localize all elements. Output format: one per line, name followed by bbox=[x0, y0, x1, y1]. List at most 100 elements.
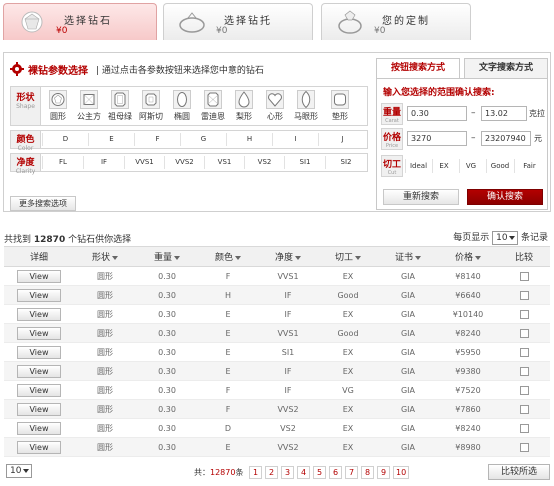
step-select-setting[interactable]: 选择钻托 ¥0 bbox=[163, 3, 313, 40]
view-button[interactable]: View bbox=[17, 345, 61, 359]
cut-option[interactable]: Good bbox=[486, 159, 513, 173]
color-option[interactable]: H bbox=[226, 133, 272, 146]
shape-radiant[interactable]: 雷迪恩 bbox=[199, 90, 227, 123]
cert-cell: GIA bbox=[378, 361, 438, 381]
footer-per-page-select[interactable]: 10 bbox=[6, 464, 32, 478]
shape-marquise[interactable]: 马眼形 bbox=[292, 90, 320, 123]
col-certificate[interactable]: 证书 bbox=[378, 246, 438, 267]
view-button[interactable]: View bbox=[17, 383, 61, 397]
view-button[interactable]: View bbox=[17, 364, 61, 378]
weight-min-input[interactable]: 0.30 bbox=[407, 106, 467, 121]
color-option[interactable]: G bbox=[180, 133, 226, 146]
shape-princess[interactable]: 公主方 bbox=[75, 90, 103, 123]
marquise-shape-icon bbox=[297, 90, 315, 109]
page-link[interactable]: 7 bbox=[345, 466, 358, 479]
cushion-shape-icon bbox=[331, 90, 349, 109]
clarity-option[interactable]: VVS1 bbox=[124, 156, 164, 169]
weight-max-input[interactable]: 13.02 bbox=[481, 106, 527, 121]
compare-checkbox[interactable] bbox=[519, 385, 529, 395]
per-page-select[interactable]: 10 bbox=[492, 230, 519, 245]
col-price[interactable]: 价格 bbox=[438, 246, 498, 267]
col-shape[interactable]: 形状 bbox=[74, 246, 136, 267]
shape-cushion[interactable]: 垫形 bbox=[326, 90, 354, 123]
confirm-search-button[interactable]: 确认搜索 bbox=[467, 189, 543, 205]
col-color[interactable]: 颜色 bbox=[198, 246, 258, 267]
page-link[interactable]: 8 bbox=[361, 466, 374, 479]
table-row: View 圆形 0.30 E VVS2 EX GIA ¥8980 bbox=[4, 437, 550, 457]
page-link[interactable]: 2 bbox=[265, 466, 278, 479]
price-min-input[interactable]: 3270 bbox=[407, 131, 467, 146]
compare-cell bbox=[498, 399, 550, 419]
compare-cell bbox=[498, 361, 550, 381]
view-button[interactable]: View bbox=[17, 269, 61, 283]
per-page-suffix: 条记录 bbox=[520, 233, 548, 243]
view-button[interactable]: View bbox=[17, 402, 61, 416]
page-link[interactable]: 9 bbox=[377, 466, 390, 479]
col-clarity[interactable]: 净度 bbox=[258, 246, 318, 267]
compare-checkbox[interactable] bbox=[519, 309, 529, 319]
clarity-option[interactable]: VS2 bbox=[244, 156, 284, 169]
price-label-en: Price bbox=[385, 143, 399, 149]
cut-option[interactable]: EX bbox=[432, 159, 455, 173]
clarity-option[interactable]: IF bbox=[83, 156, 124, 169]
color-option[interactable]: D bbox=[42, 133, 88, 146]
page-link[interactable]: 4 bbox=[297, 466, 310, 479]
step-your-custom[interactable]: 您的定制 ¥0 bbox=[321, 3, 471, 40]
cut-option[interactable]: Fair bbox=[514, 159, 544, 173]
compare-checkbox[interactable] bbox=[519, 347, 529, 357]
clarity-option[interactable]: SI2 bbox=[325, 156, 366, 169]
cut-range: 切工 Cut Ideal EX VG Good Fair bbox=[381, 155, 545, 177]
shape-heart[interactable]: 心形 bbox=[261, 90, 289, 123]
clarity-option[interactable]: VS1 bbox=[204, 156, 244, 169]
cut-option[interactable]: Ideal bbox=[405, 159, 431, 173]
page-link[interactable]: 10 bbox=[393, 466, 410, 479]
compare-checkbox[interactable] bbox=[519, 404, 529, 414]
compare-checkbox[interactable] bbox=[519, 423, 529, 433]
col-weight[interactable]: 重量 bbox=[136, 246, 198, 267]
page-link[interactable]: 5 bbox=[313, 466, 326, 479]
compare-checkbox[interactable] bbox=[519, 271, 529, 281]
tab-text-search[interactable]: 文字搜索方式 bbox=[464, 58, 548, 78]
color-option[interactable]: E bbox=[88, 133, 134, 146]
compare-checkbox[interactable] bbox=[519, 442, 529, 452]
color-option[interactable]: I bbox=[272, 133, 318, 146]
clarity-option[interactable]: FL bbox=[42, 156, 83, 169]
shape-emerald[interactable]: 祖母绿 bbox=[106, 90, 134, 123]
price-label-text: 价格 bbox=[382, 133, 401, 143]
shape-asscher[interactable]: 阿斯切 bbox=[137, 90, 165, 123]
clarity-option[interactable]: VVS2 bbox=[164, 156, 204, 169]
view-button[interactable]: View bbox=[17, 307, 61, 321]
view-button[interactable]: View bbox=[17, 326, 61, 340]
step-select-diamond[interactable]: 选择钻石 ¥0 bbox=[3, 3, 157, 40]
color-option[interactable]: F bbox=[134, 133, 180, 146]
compare-checkbox[interactable] bbox=[519, 290, 529, 300]
shape-oval[interactable]: 椭圆 bbox=[168, 90, 196, 123]
reset-search-button[interactable]: 重新搜索 bbox=[383, 189, 459, 205]
price-max-input[interactable]: 23207940 bbox=[481, 131, 531, 146]
more-search-options-button[interactable]: 更多搜索选项 bbox=[10, 196, 76, 211]
weight-unit: 克拉 bbox=[529, 109, 545, 118]
step-title: 选择钻托 bbox=[224, 16, 272, 27]
color-label-en: Color bbox=[17, 145, 34, 152]
col-cut[interactable]: 切工 bbox=[318, 246, 378, 267]
step-tabs: 选择钻石 ¥0 选择钻托 ¥0 您的定制 ¥0 bbox=[3, 3, 551, 40]
page-link[interactable]: 1 bbox=[249, 466, 262, 479]
cert-cell: GIA bbox=[378, 323, 438, 343]
cut-cell: EX bbox=[318, 266, 378, 286]
cut-option[interactable]: VG bbox=[459, 159, 482, 173]
shape-pear[interactable]: 梨形 bbox=[230, 90, 258, 123]
compare-selected-button[interactable]: 比较所选 bbox=[488, 464, 550, 480]
compare-checkbox[interactable] bbox=[519, 328, 529, 338]
compare-checkbox[interactable] bbox=[519, 366, 529, 376]
col-label: 重量 bbox=[153, 253, 172, 263]
tab-button-search[interactable]: 按钮搜索方式 bbox=[376, 58, 460, 78]
clarity-option[interactable]: SI1 bbox=[284, 156, 325, 169]
page-link[interactable]: 6 bbox=[329, 466, 342, 479]
view-button[interactable]: View bbox=[17, 440, 61, 454]
view-button[interactable]: View bbox=[17, 421, 61, 435]
pagination-bar: 10 共：12870条 1 2 3 4 5 6 7 8 9 10 比较所选 bbox=[0, 463, 554, 481]
view-button[interactable]: View bbox=[17, 288, 61, 302]
page-link[interactable]: 3 bbox=[281, 466, 294, 479]
shape-round[interactable]: 圆形 bbox=[44, 90, 72, 123]
color-option[interactable]: J bbox=[318, 133, 366, 146]
